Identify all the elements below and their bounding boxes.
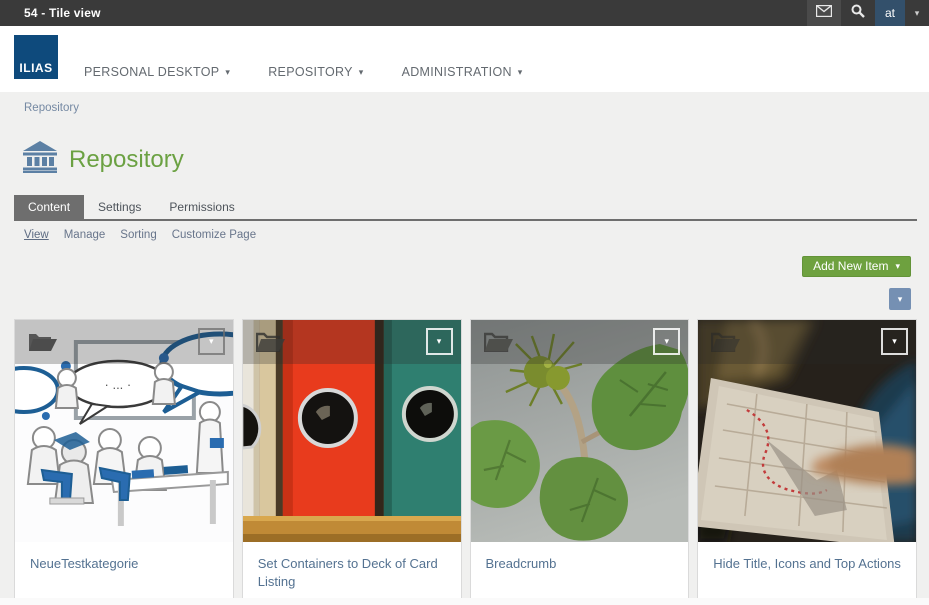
folder-icon (256, 330, 286, 352)
mail-icon (816, 4, 832, 22)
page-head: Repository (23, 141, 929, 178)
breadcrumb: Repository (0, 92, 929, 114)
nav-label: REPOSITORY (268, 65, 353, 79)
tile-actions-dropdown-button[interactable]: ▾ (881, 328, 908, 355)
caret-down-icon: ▾ (898, 294, 903, 305)
mail-button[interactable] (807, 0, 841, 26)
caret-down-icon: ▾ (915, 8, 920, 19)
nav-repository[interactable]: REPOSITORY ▾ (268, 65, 363, 79)
folder-icon (711, 330, 741, 352)
tile-title-link[interactable]: NeueTestkategorie (30, 555, 218, 573)
toolbar: Add New Item ▾ (0, 256, 911, 277)
ilias-logo[interactable]: ILIAS (14, 35, 58, 79)
main-header: ILIAS PERSONAL DESKTOP ▾ REPOSITORY ▾ AD… (0, 26, 929, 92)
subtab-view[interactable]: View (24, 229, 49, 241)
card-body: Breadcrumb (471, 542, 689, 599)
nav-label: ADMINISTRATION (402, 65, 512, 79)
tab-content[interactable]: Content (14, 195, 84, 219)
card-body: Set Containers to Deck of Card Listing (243, 542, 461, 603)
card-image-classroom-illustration[interactable]: · ... · (15, 320, 233, 542)
tab-bar: Content Settings Permissions (14, 195, 917, 221)
logo-text: ILIAS (19, 61, 52, 75)
tile-actions-dropdown-button[interactable]: ▾ (198, 328, 225, 355)
repository-icon (23, 141, 57, 178)
tile-card[interactable]: ▾ Hide Title, Icons and Top Actions (697, 319, 917, 604)
subtab-sorting[interactable]: Sorting (120, 229, 156, 241)
search-button[interactable] (841, 0, 875, 26)
tile-title-link[interactable]: Set Containers to Deck of Card Listing (258, 555, 446, 590)
add-new-item-button[interactable]: Add New Item ▾ (802, 256, 911, 277)
tile-title-link[interactable]: Breadcrumb (486, 555, 674, 573)
folder-icon (484, 330, 514, 352)
page-actions-row: ▾ (0, 288, 911, 310)
caret-down-icon: ▾ (437, 336, 442, 347)
nav-label: PERSONAL DESKTOP (84, 65, 219, 79)
folder-icon (28, 330, 58, 352)
caret-down-icon: ▾ (209, 336, 214, 347)
card-image-map-photo[interactable]: ▾ (698, 320, 916, 542)
tile-card[interactable]: ▾ Breadcrumb (470, 319, 690, 604)
add-new-item-label: Add New Item (813, 259, 888, 273)
card-image-binders-photo[interactable]: ▾ (243, 320, 461, 542)
tab-permissions[interactable]: Permissions (155, 195, 248, 219)
nav-administration[interactable]: ADMINISTRATION ▾ (402, 65, 523, 79)
caret-down-icon: ▾ (359, 67, 364, 78)
caret-down-icon: ▾ (518, 67, 523, 78)
svg-text:· ... ·: · ... · (105, 377, 132, 392)
card-image-leaves-photo[interactable]: ▾ (471, 320, 689, 542)
search-icon (851, 4, 865, 23)
window-title: 54 - Tile view (24, 6, 101, 20)
user-menu-button[interactable]: at (875, 0, 905, 26)
nav-personal-desktop[interactable]: PERSONAL DESKTOP ▾ (84, 65, 230, 79)
tile-title-link[interactable]: Hide Title, Icons and Top Actions (713, 555, 901, 573)
tile-actions-dropdown-button[interactable]: ▾ (653, 328, 680, 355)
caret-down-icon: ▾ (664, 336, 669, 347)
user-initials: at (885, 6, 895, 20)
topbar-actions: at ▾ (807, 0, 929, 26)
caret-down-icon: ▾ (895, 261, 900, 272)
page-actions-dropdown-button[interactable]: ▾ (889, 288, 911, 310)
footer-strip (0, 598, 929, 605)
tile-actions-dropdown-button[interactable]: ▾ (426, 328, 453, 355)
subtab-bar: View Manage Sorting Customize Page (24, 229, 929, 241)
subtab-customize-page[interactable]: Customize Page (172, 229, 256, 241)
top-bar: 54 - Tile view at ▾ (0, 0, 929, 26)
subtab-manage[interactable]: Manage (64, 229, 106, 241)
tile-card[interactable]: ▾ Set Containers to Deck of Card Listing (242, 319, 462, 604)
caret-down-icon: ▾ (225, 67, 230, 78)
tab-settings[interactable]: Settings (84, 195, 155, 219)
card-body: Hide Title, Icons and Top Actions (698, 542, 916, 599)
breadcrumb-item-repository[interactable]: Repository (24, 102, 79, 114)
page-title: Repository (69, 146, 184, 174)
card-body: NeueTestkategorie (15, 542, 233, 599)
user-menu-caret-button[interactable]: ▾ (905, 0, 929, 26)
caret-down-icon: ▾ (892, 336, 897, 347)
tile-card[interactable]: · ... · (14, 319, 234, 604)
main-navigation: PERSONAL DESKTOP ▾ REPOSITORY ▾ ADMINIST… (84, 65, 523, 79)
tile-grid: · ... · (14, 319, 917, 604)
